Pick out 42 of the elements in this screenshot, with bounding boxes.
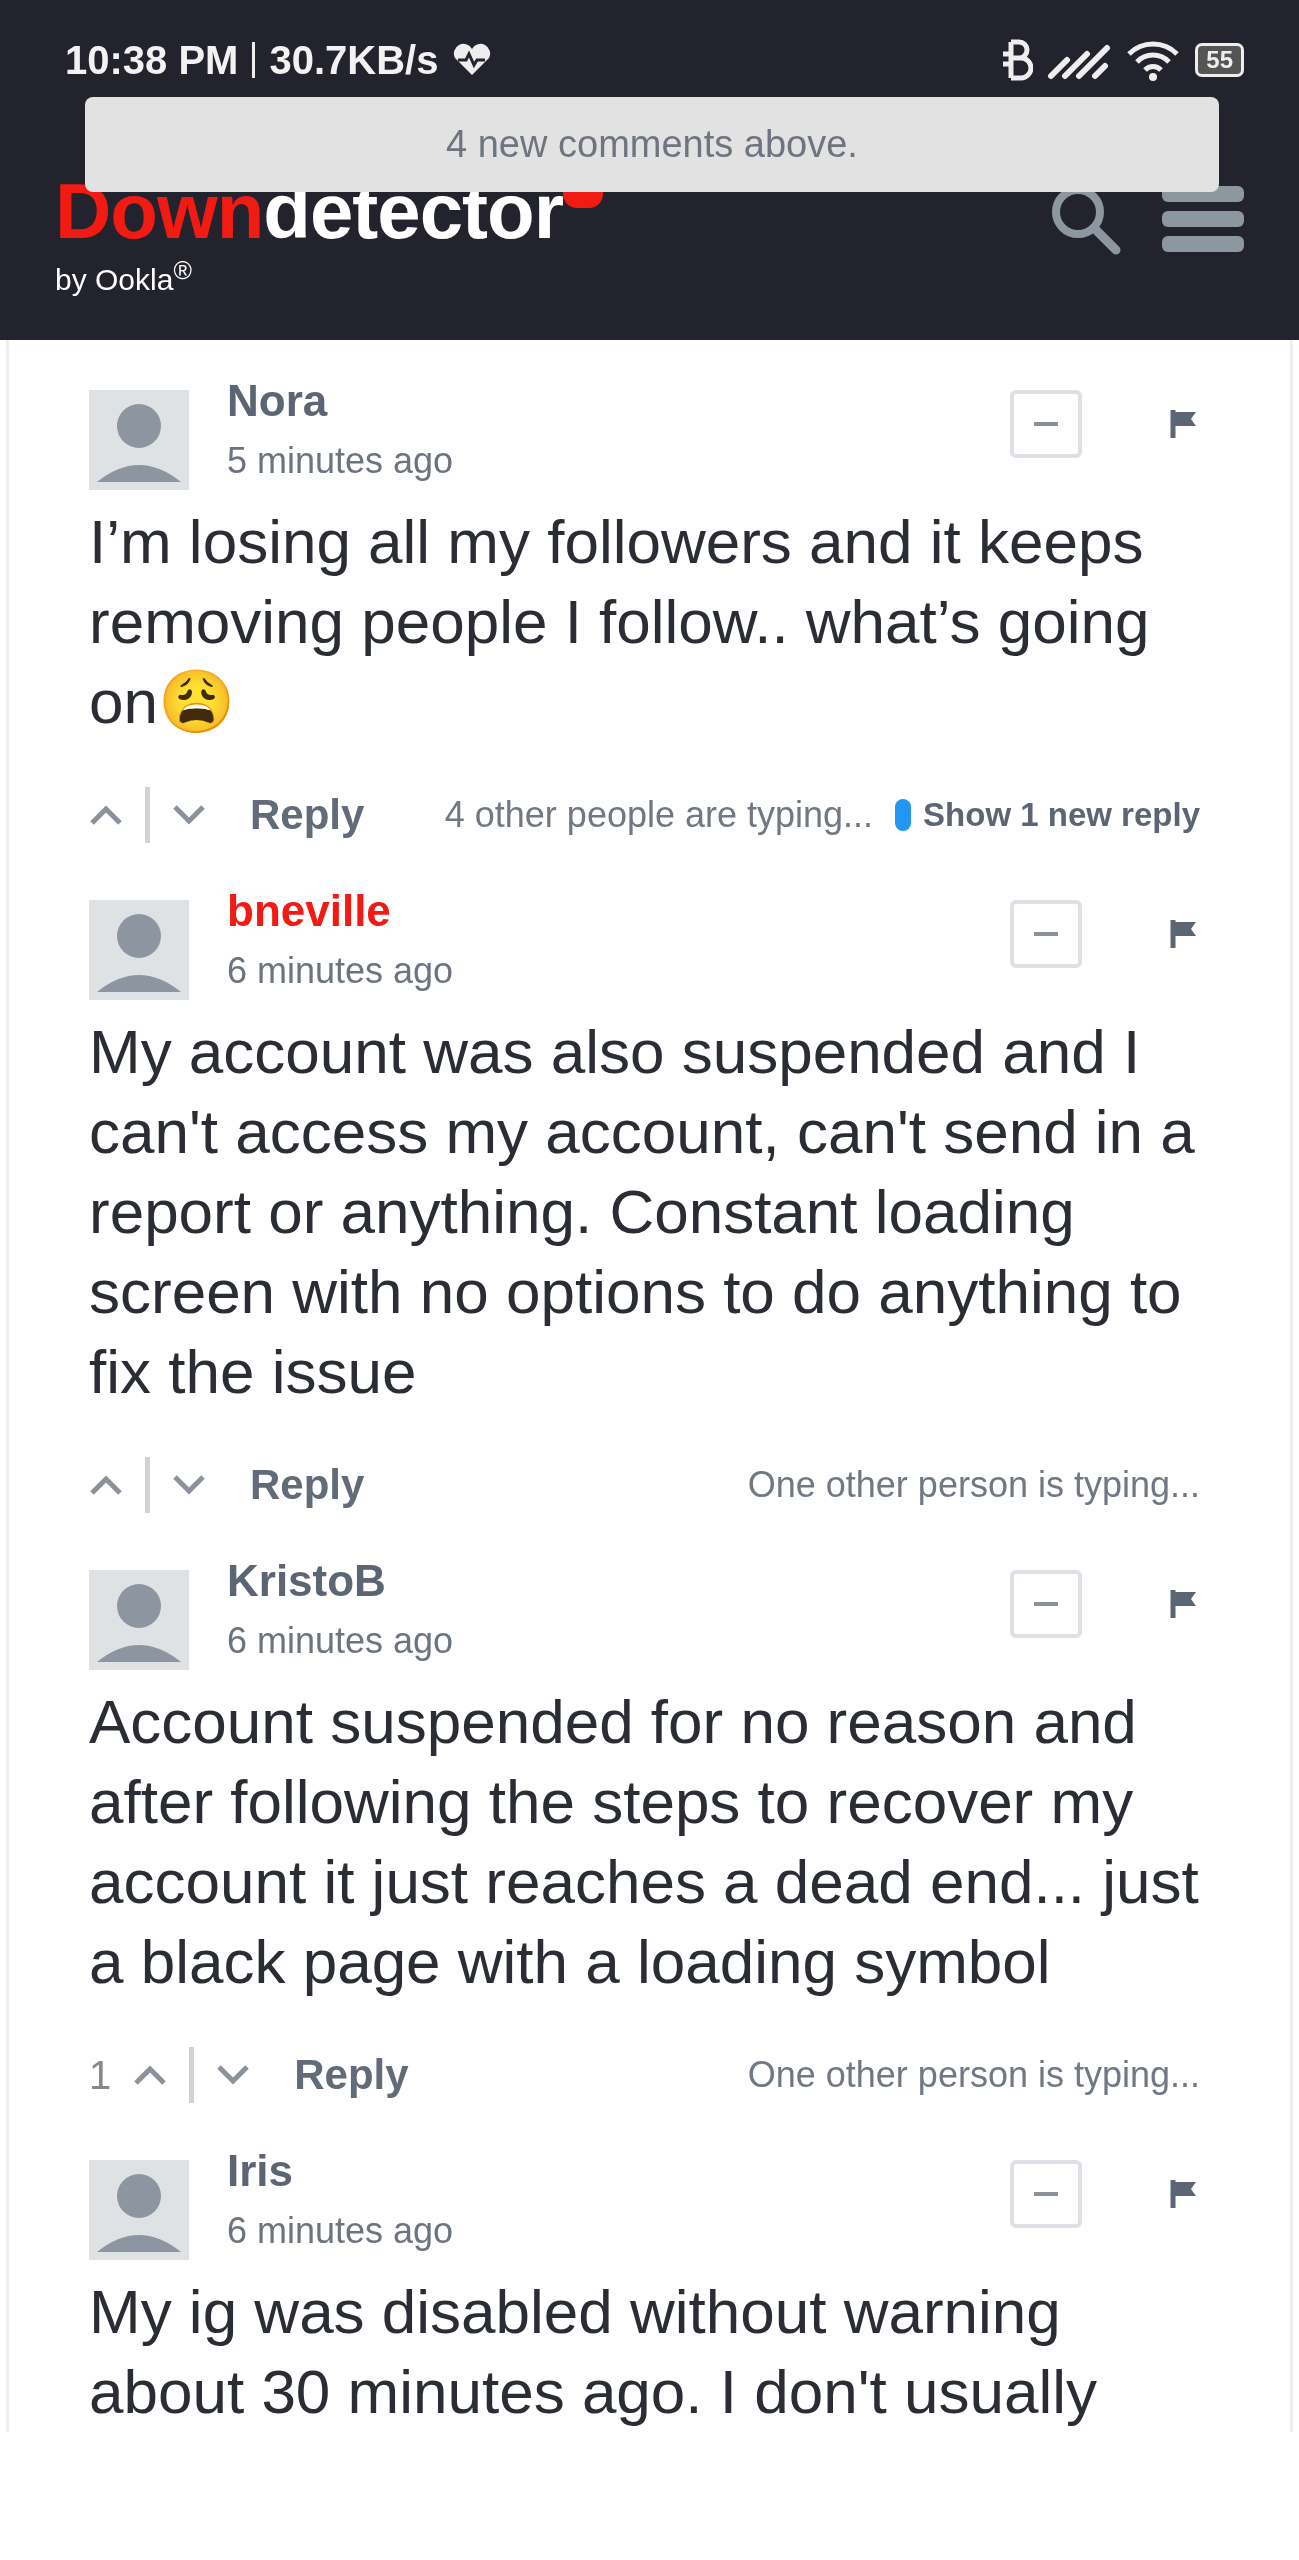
avatar-icon [89,2160,189,2260]
typing-indicator: One other person is typing... [747,2054,1200,2096]
downvote-button[interactable] [172,1474,206,1496]
avatar-icon [89,390,189,490]
upvote-icon [89,1474,123,1496]
downvote-button[interactable] [172,804,206,826]
comment-text: Account suspended for no reason and after following the steps to recover my account it just reaches a dead end... just a black page with a loading symbol [89,1686,1200,1998]
upvote-button[interactable] [133,2064,168,2086]
heart-icon [452,43,493,77]
comment-time: 5 minutes ago [227,440,455,482]
comment-time: 6 minutes ago [227,1620,455,1662]
comment-text: I’m losing all my followers and it keeps removing people I follow.. what’s going on😩 [89,506,1151,738]
typing-indicator: One other person is typing... [747,1464,1200,1506]
menu-icon[interactable] [1162,186,1244,252]
downvote-icon [216,2064,251,2086]
network-speed: 30.7KB/s [269,37,439,83]
avatar-icon [89,900,189,1000]
upvote-icon [133,2064,168,2086]
reply-button[interactable]: Reply [228,1461,365,1509]
status-time: 10:38 PM [65,37,239,83]
comment-author[interactable]: bneville [227,886,972,936]
reply-button[interactable]: Reply [272,2051,409,2099]
downvote-icon [172,1474,206,1496]
downvote-icon [172,804,206,826]
battery-level: 55 [1195,43,1244,77]
vote-count: 1 [89,2052,112,2098]
comment-author[interactable]: Iris [227,2146,972,2196]
upvote-button[interactable] [89,1474,123,1496]
avatar-icon [89,1570,189,1670]
comment-author[interactable]: KristoB [227,1556,972,1606]
upvote-button[interactable] [89,804,123,826]
comment-text: My account was also suspended and I can't access my account, can't send in a report or anything. Constant loading screen with no options to do anything to fix the issue [89,1016,1196,1408]
comment-time: 6 minutes ago [227,950,455,992]
upvote-icon [89,804,123,826]
comment-text: My ig was disabled without warning about 30 minutes ago. I don't usually [89,2276,1098,2428]
logo-tagline: by Ookla$^{®}$ [55,256,193,297]
comment-time: 6 minutes ago [227,2210,455,2252]
downvote-button[interactable] [216,2064,251,2086]
typing-indicator: 4 other people are typing... [444,794,874,836]
show-new-reply-button[interactable]: Show 1 new reply [895,796,1200,834]
comment-author[interactable]: Nora [227,376,972,426]
reply-button[interactable]: Reply [228,791,365,839]
